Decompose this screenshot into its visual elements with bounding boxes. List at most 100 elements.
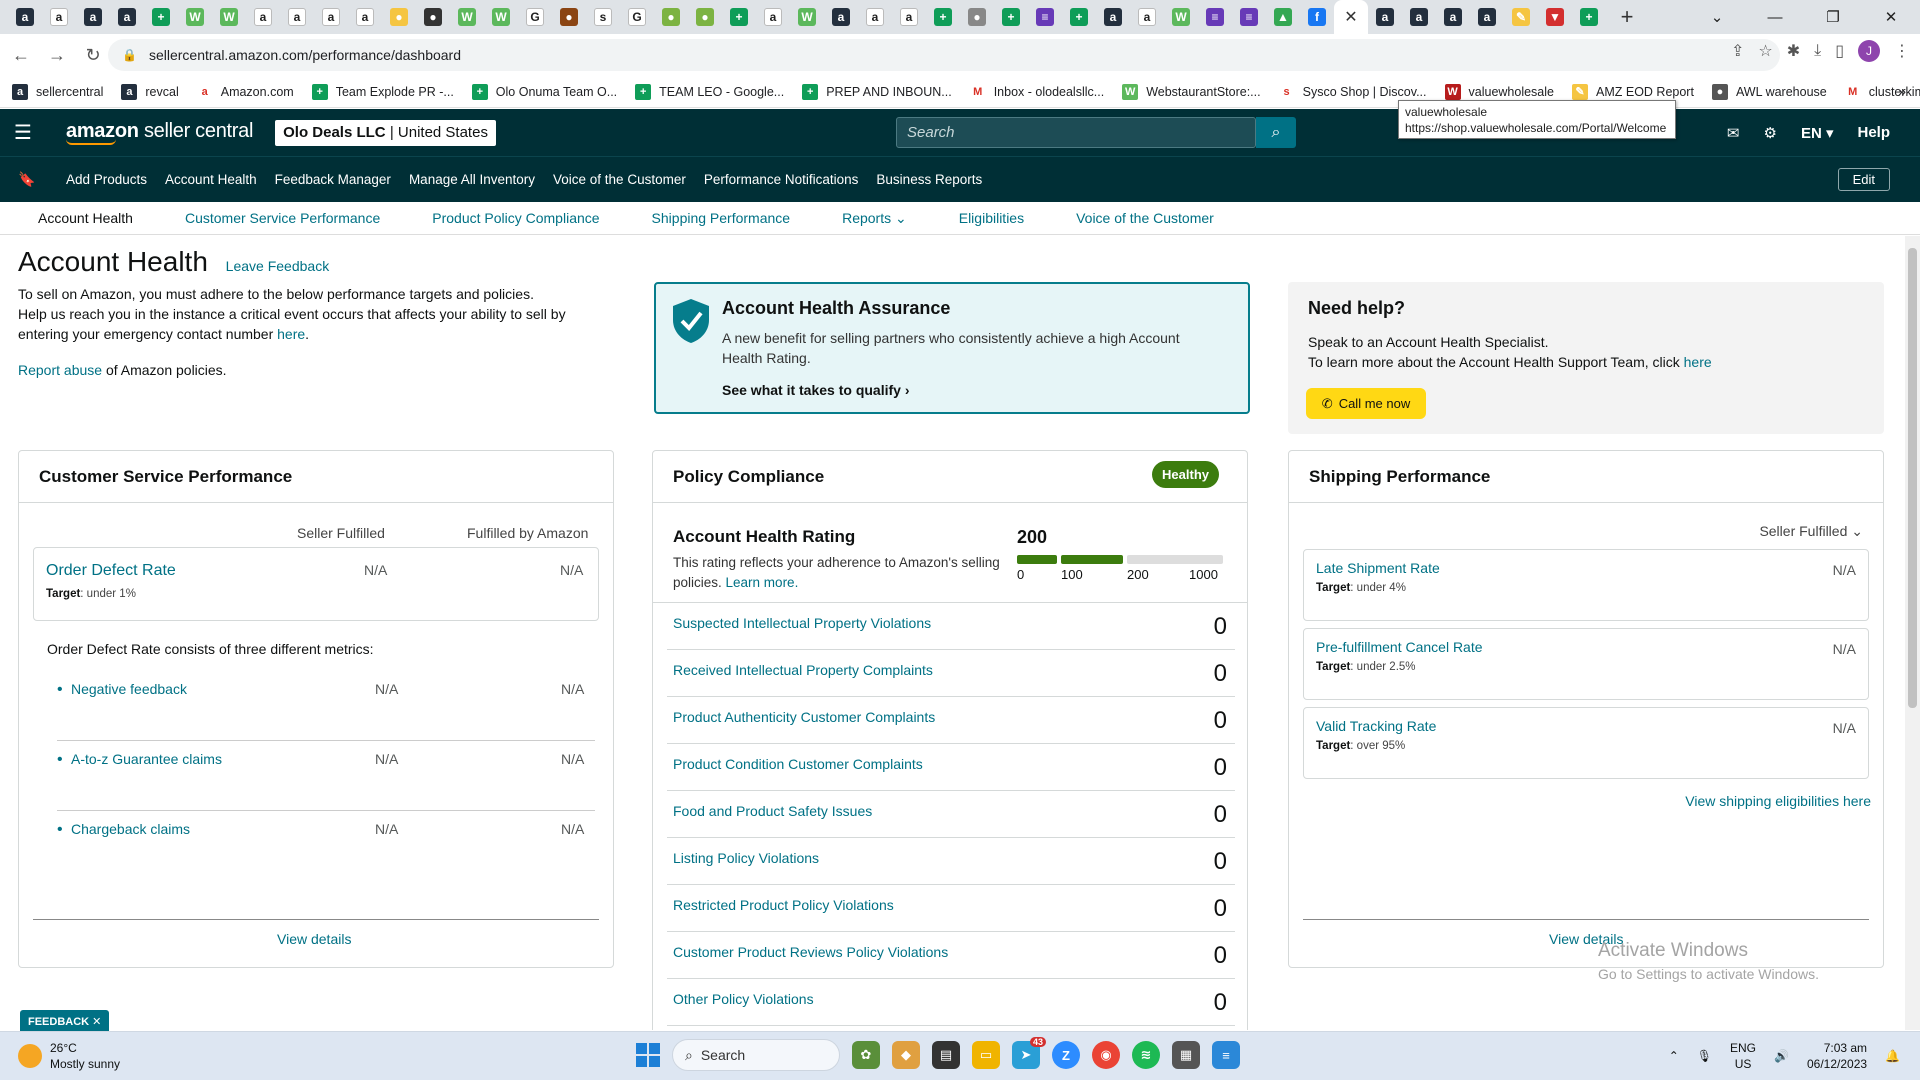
- browser-tab[interactable]: a: [1436, 0, 1470, 34]
- hamburger-menu-icon[interactable]: ☰: [14, 120, 36, 145]
- browser-tab[interactable]: ▲: [1266, 0, 1300, 34]
- chevron-up-icon[interactable]: ⌃: [1669, 1049, 1679, 1063]
- valid-tracking-rate-link[interactable]: Valid Tracking Rate: [1316, 718, 1856, 734]
- weather-widget[interactable]: 26°C Mostly sunny: [18, 1040, 120, 1072]
- order-defect-rate-link[interactable]: Order Defect Rate: [46, 562, 586, 580]
- close-tab-icon[interactable]: ✕: [1344, 7, 1357, 27]
- tab-account-health[interactable]: Account Health: [38, 210, 133, 226]
- browser-tab[interactable]: a: [280, 0, 314, 34]
- browser-tab[interactable]: +: [1062, 0, 1096, 34]
- chargeback-claims-link[interactable]: Chargeback claims: [71, 821, 190, 837]
- browser-tab[interactable]: W: [450, 0, 484, 34]
- file-icon[interactable]: ▤: [932, 1041, 960, 1069]
- browser-tab[interactable]: +: [994, 0, 1028, 34]
- menu-icon[interactable]: ⋮: [1894, 41, 1910, 61]
- taskbar-search[interactable]: ⌕ Search: [672, 1039, 840, 1071]
- fulfillment-selector[interactable]: Seller Fulfilled ⌄: [1759, 523, 1863, 540]
- bookmark-icon[interactable]: 🔖: [18, 171, 48, 188]
- nav-account-health[interactable]: Account Health: [165, 172, 257, 187]
- new-tab-icon[interactable]: +: [1612, 2, 1642, 32]
- report-abuse-link[interactable]: Report abuse: [18, 362, 102, 378]
- search-icon[interactable]: ⌕: [1256, 117, 1296, 148]
- browser-tab[interactable]: ✎: [1504, 0, 1538, 34]
- policy-row-link[interactable]: Suspected Intellectual Property Violatio…: [673, 615, 931, 631]
- browser-tab[interactable]: ●: [416, 0, 450, 34]
- help-here-link[interactable]: here: [1684, 354, 1712, 370]
- bookmark-item[interactable]: ● AWL warehouse: [1711, 83, 1827, 100]
- tab-product-policy-compliance[interactable]: Product Policy Compliance: [432, 210, 599, 226]
- browser-tab[interactable]: a: [756, 0, 790, 34]
- browser-tab[interactable]: a: [1368, 0, 1402, 34]
- policy-row-link[interactable]: Food and Product Safety Issues: [673, 803, 872, 819]
- sidepanel-icon[interactable]: ▯: [1835, 41, 1844, 61]
- tab-customer-service-performance[interactable]: Customer Service Performance: [185, 210, 380, 226]
- back-icon[interactable]: ←: [6, 40, 36, 70]
- browser-tab[interactable]: ≡: [1028, 0, 1062, 34]
- file-explorer-icon[interactable]: ▭: [972, 1041, 1000, 1069]
- call-me-now-button[interactable]: ✆ Call me now: [1306, 388, 1426, 419]
- network-volume-icon[interactable]: 🔊: [1774, 1049, 1789, 1063]
- browser-tab[interactable]: a: [348, 0, 382, 34]
- minimize-icon[interactable]: —: [1746, 0, 1804, 34]
- tab-voice-of-customer[interactable]: Voice of the Customer: [1076, 210, 1214, 226]
- browser-tab[interactable]: W: [212, 0, 246, 34]
- spotify-icon[interactable]: ≋: [1132, 1041, 1160, 1069]
- tab-shipping-performance[interactable]: Shipping Performance: [652, 210, 791, 226]
- browser-tab[interactable]: a: [1130, 0, 1164, 34]
- browser-tab[interactable]: f: [1300, 0, 1334, 34]
- active-tab[interactable]: ✕: [1334, 0, 1368, 34]
- policy-row-link[interactable]: Received Intellectual Property Complaint…: [673, 662, 933, 678]
- shipping-eligibilities-link[interactable]: View shipping eligibilities here: [1685, 793, 1871, 809]
- browser-tab[interactable]: a: [1470, 0, 1504, 34]
- negative-feedback-link[interactable]: Negative feedback: [71, 681, 187, 697]
- calculator-icon[interactable]: ▦: [1172, 1041, 1200, 1069]
- browser-tab[interactable]: a: [246, 0, 280, 34]
- page-scrollbar[interactable]: [1905, 236, 1920, 1030]
- browser-tab[interactable]: +: [722, 0, 756, 34]
- browser-tab[interactable]: s: [586, 0, 620, 34]
- policy-row-link[interactable]: Product Authenticity Customer Complaints: [673, 709, 935, 725]
- browser-tab[interactable]: a: [76, 0, 110, 34]
- restore-icon[interactable]: ❐: [1804, 0, 1862, 34]
- scroll-thumb[interactable]: [1908, 248, 1917, 708]
- browser-tab[interactable]: W: [790, 0, 824, 34]
- browser-tab[interactable]: ●: [382, 0, 416, 34]
- chevron-down-icon[interactable]: ⌄: [1688, 0, 1746, 34]
- gear-icon[interactable]: ⚙: [1763, 124, 1776, 142]
- bookmark-item[interactable]: s Sysco Shop | Discov...: [1278, 83, 1427, 100]
- bookmark-item[interactable]: Mclusterkimfba@gm...: [1844, 83, 1920, 100]
- browser-tab[interactable]: ●: [654, 0, 688, 34]
- profile-avatar[interactable]: J: [1858, 40, 1880, 62]
- tab-eligibilities[interactable]: Eligibilities: [959, 210, 1024, 226]
- bookmark-item[interactable]: Wvaluewholesale: [1444, 83, 1554, 100]
- browser-tab[interactable]: +: [926, 0, 960, 34]
- search-input[interactable]: Search: [896, 117, 1256, 148]
- browser-tab[interactable]: a: [110, 0, 144, 34]
- reload-icon[interactable]: ↻: [78, 40, 108, 70]
- policy-row-link[interactable]: Other Policy Violations: [673, 991, 814, 1007]
- nav-performance-notifications[interactable]: Performance Notifications: [704, 172, 859, 187]
- star-icon[interactable]: ☆: [1758, 41, 1772, 61]
- forward-icon[interactable]: →: [42, 40, 72, 70]
- browser-tab[interactable]: W: [178, 0, 212, 34]
- browser-tab[interactable]: ●: [960, 0, 994, 34]
- browser-tab[interactable]: a: [858, 0, 892, 34]
- browser-tab[interactable]: a: [314, 0, 348, 34]
- nav-add-products[interactable]: Add Products: [66, 172, 147, 187]
- close-window-icon[interactable]: ✕: [1862, 0, 1920, 34]
- chrome-icon[interactable]: ◉: [1092, 1041, 1120, 1069]
- bookmark-item[interactable]: a Amazon.com: [196, 83, 294, 100]
- browser-tab[interactable]: a: [824, 0, 858, 34]
- bookmark-item[interactable]: a revcal: [121, 83, 179, 100]
- clock[interactable]: 7:03 am 06/12/2023: [1807, 1040, 1867, 1072]
- policy-row-link[interactable]: Product Condition Customer Complaints: [673, 756, 923, 772]
- browser-tab[interactable]: a: [42, 0, 76, 34]
- policy-row-link[interactable]: Listing Policy Violations: [673, 850, 819, 866]
- browser-tab[interactable]: G: [518, 0, 552, 34]
- browser-tab[interactable]: ≡: [1198, 0, 1232, 34]
- edit-button[interactable]: Edit: [1837, 168, 1890, 191]
- bookmark-item[interactable]: M Inbox - olodealsllc...: [969, 83, 1104, 100]
- browser-tab[interactable]: G: [620, 0, 654, 34]
- mail-icon[interactable]: ✉: [1727, 124, 1740, 142]
- leave-feedback-link[interactable]: Leave Feedback: [226, 258, 330, 274]
